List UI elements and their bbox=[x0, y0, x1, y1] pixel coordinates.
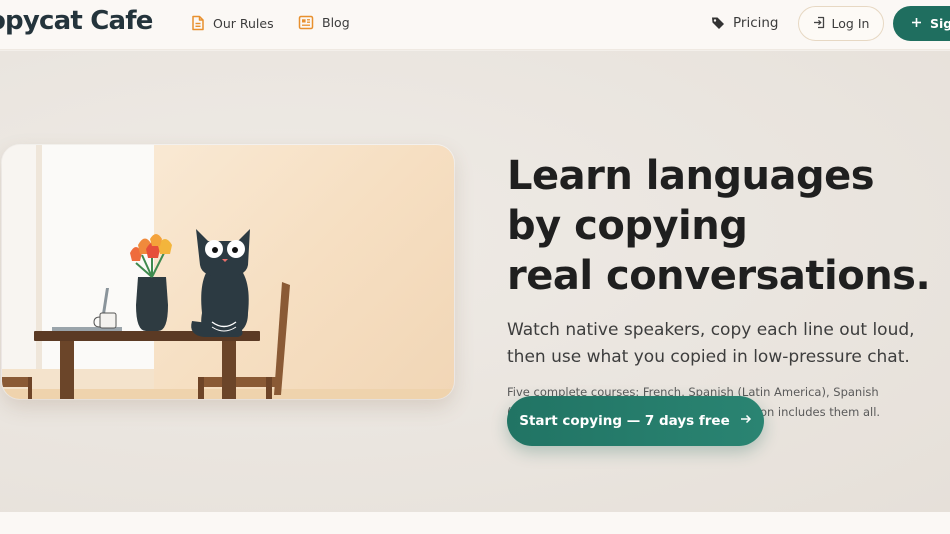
login-button[interactable]: Log In bbox=[798, 6, 884, 41]
top-navigation-bar: opycat Cafe Our Rules Blog Pricing Log I… bbox=[0, 0, 950, 50]
signup-button-label: Sign bbox=[930, 16, 950, 31]
nav-blog[interactable]: Blog bbox=[298, 15, 350, 30]
hero-headline: Learn languages by copying real conversa… bbox=[507, 151, 931, 301]
login-icon bbox=[813, 16, 826, 32]
plus-icon bbox=[911, 16, 922, 31]
start-trial-button-label: Start copying — 7 days free bbox=[519, 413, 730, 429]
hero-subheadline: Watch native speakers, copy each line ou… bbox=[507, 317, 950, 371]
document-icon bbox=[191, 15, 205, 31]
headline-line-3: real conversations. bbox=[507, 253, 931, 299]
signup-button[interactable]: Sign bbox=[893, 6, 950, 41]
nav-blog-label: Blog bbox=[322, 15, 350, 30]
headline-line-2: by copying bbox=[507, 203, 748, 249]
page-footer-band bbox=[0, 512, 950, 534]
arrow-right-icon bbox=[740, 413, 752, 429]
nav-pricing[interactable]: Pricing bbox=[711, 15, 779, 31]
nav-pricing-label: Pricing bbox=[733, 15, 779, 31]
subhead-line-1: Watch native speakers, copy each line ou… bbox=[507, 320, 915, 340]
cat-illustration bbox=[2, 145, 454, 399]
nav-our-rules[interactable]: Our Rules bbox=[191, 15, 274, 31]
newspaper-icon bbox=[298, 15, 314, 30]
login-button-label: Log In bbox=[831, 16, 870, 31]
subhead-line-2: then use what you copied in low-pressure… bbox=[507, 347, 910, 367]
tag-icon bbox=[711, 16, 725, 30]
start-trial-button[interactable]: Start copying — 7 days free bbox=[507, 396, 764, 446]
site-logo[interactable]: opycat Cafe bbox=[0, 6, 153, 36]
nav-our-rules-label: Our Rules bbox=[213, 15, 274, 31]
headline-line-1: Learn languages bbox=[507, 153, 875, 199]
hero-section: Learn languages by copying real conversa… bbox=[0, 51, 950, 512]
